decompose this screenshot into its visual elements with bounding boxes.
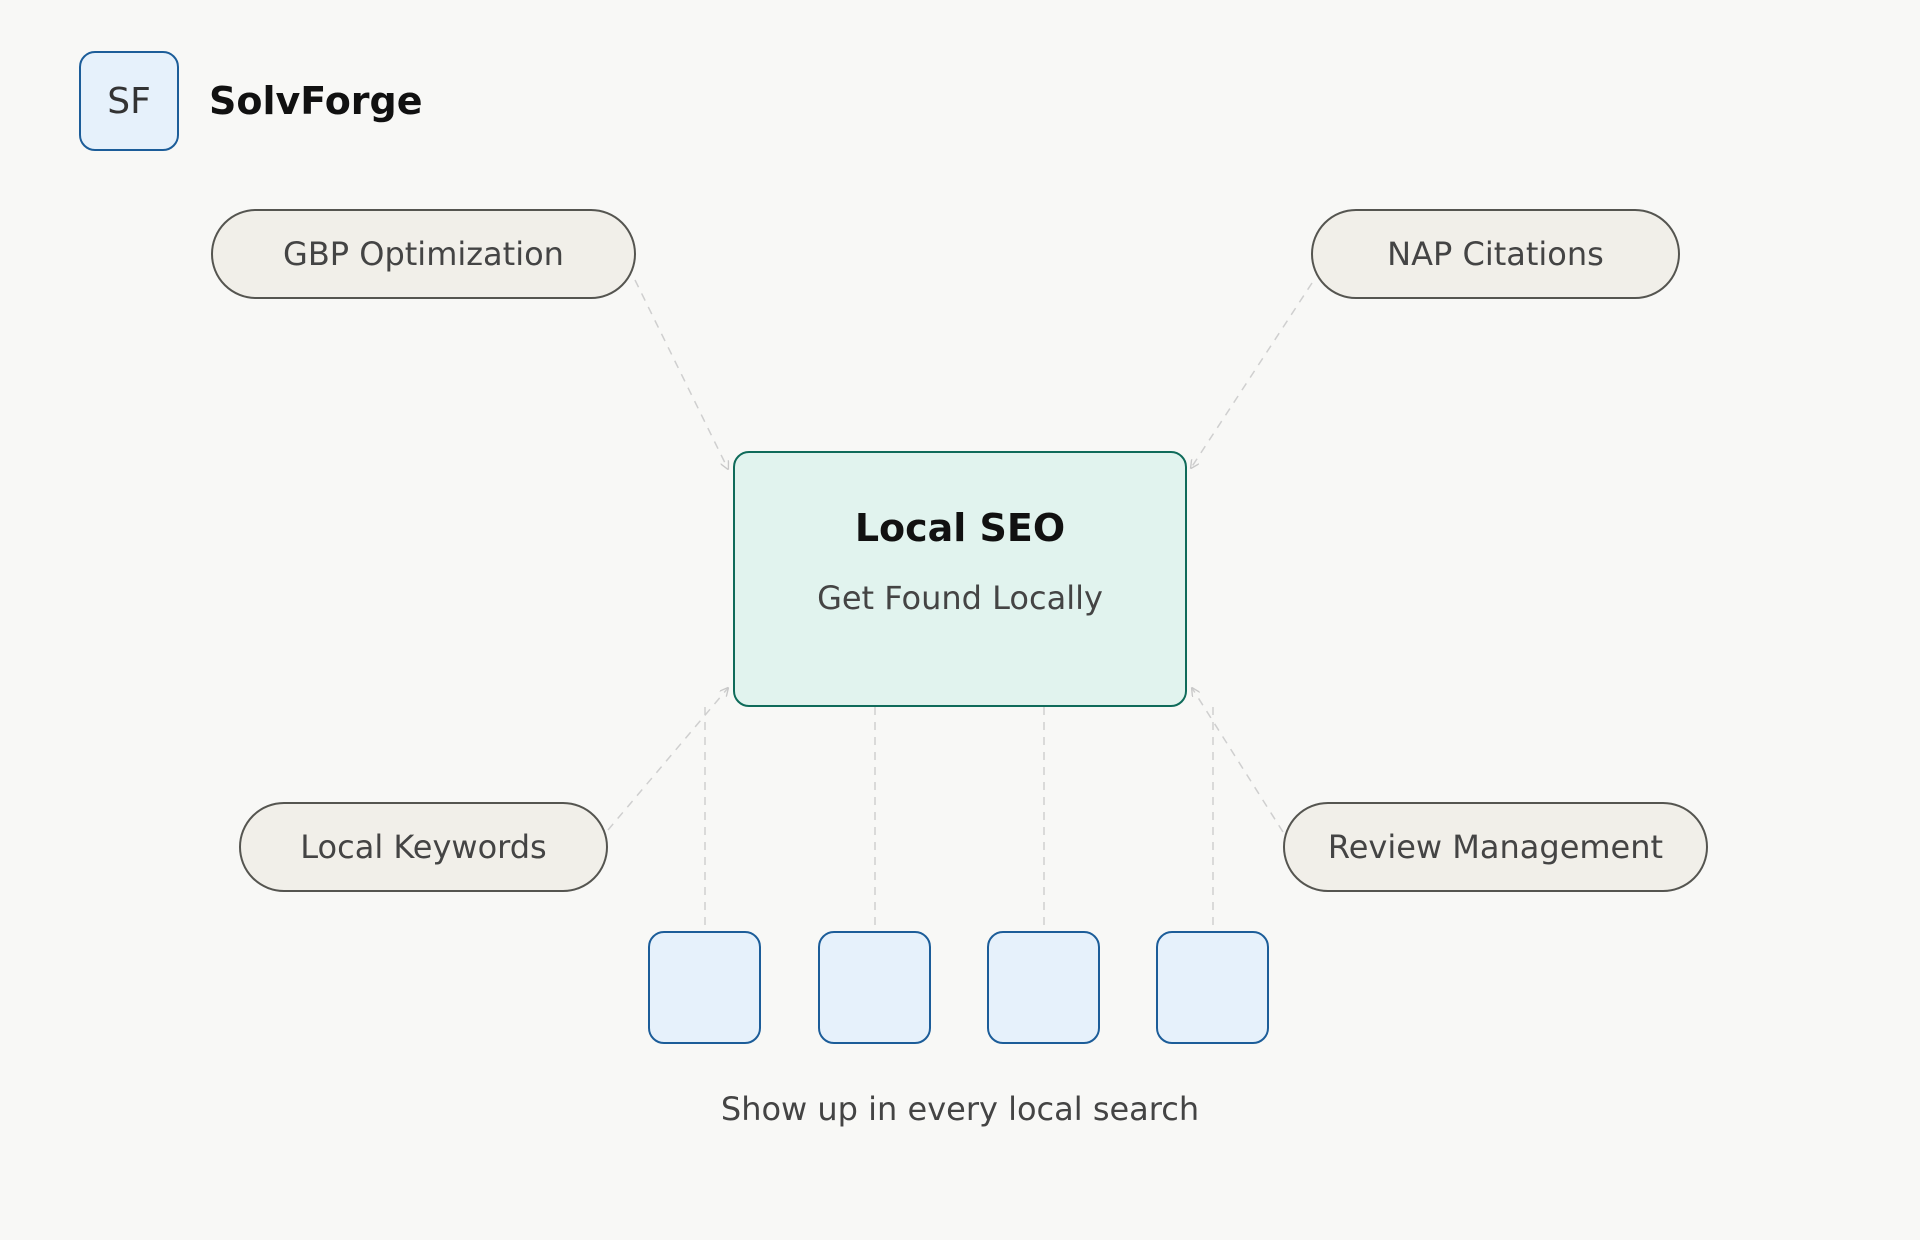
diagram-canvas: SF SolvForge GBP Optimization NAP Citati… (0, 0, 1920, 1240)
node-gbp-optimization: GBP Optimization (211, 209, 636, 299)
node-review-management: Review Management (1283, 802, 1708, 892)
node-label: Local Keywords (300, 828, 547, 866)
center-title: Local SEO (854, 506, 1066, 550)
diagram-caption: Show up in every local search (720, 1090, 1200, 1128)
node-local-keywords: Local Keywords (239, 802, 608, 892)
connector-gbp (634, 279, 728, 469)
node-label: NAP Citations (1387, 235, 1604, 273)
center-node-local-seo: Local SEO Get Found Locally (733, 451, 1187, 707)
connector-reviews (1192, 688, 1284, 833)
connector-keywords (607, 688, 728, 831)
node-nap-citations: NAP Citations (1311, 209, 1680, 299)
feature-tile-1 (648, 931, 761, 1044)
connector-nap (1191, 282, 1313, 468)
node-label: Review Management (1327, 828, 1664, 866)
node-label: GBP Optimization (283, 235, 564, 273)
center-subtitle: Get Found Locally (817, 579, 1103, 617)
feature-tile-4 (1156, 931, 1269, 1044)
feature-tile-3 (987, 931, 1100, 1044)
feature-tile-2 (818, 931, 931, 1044)
